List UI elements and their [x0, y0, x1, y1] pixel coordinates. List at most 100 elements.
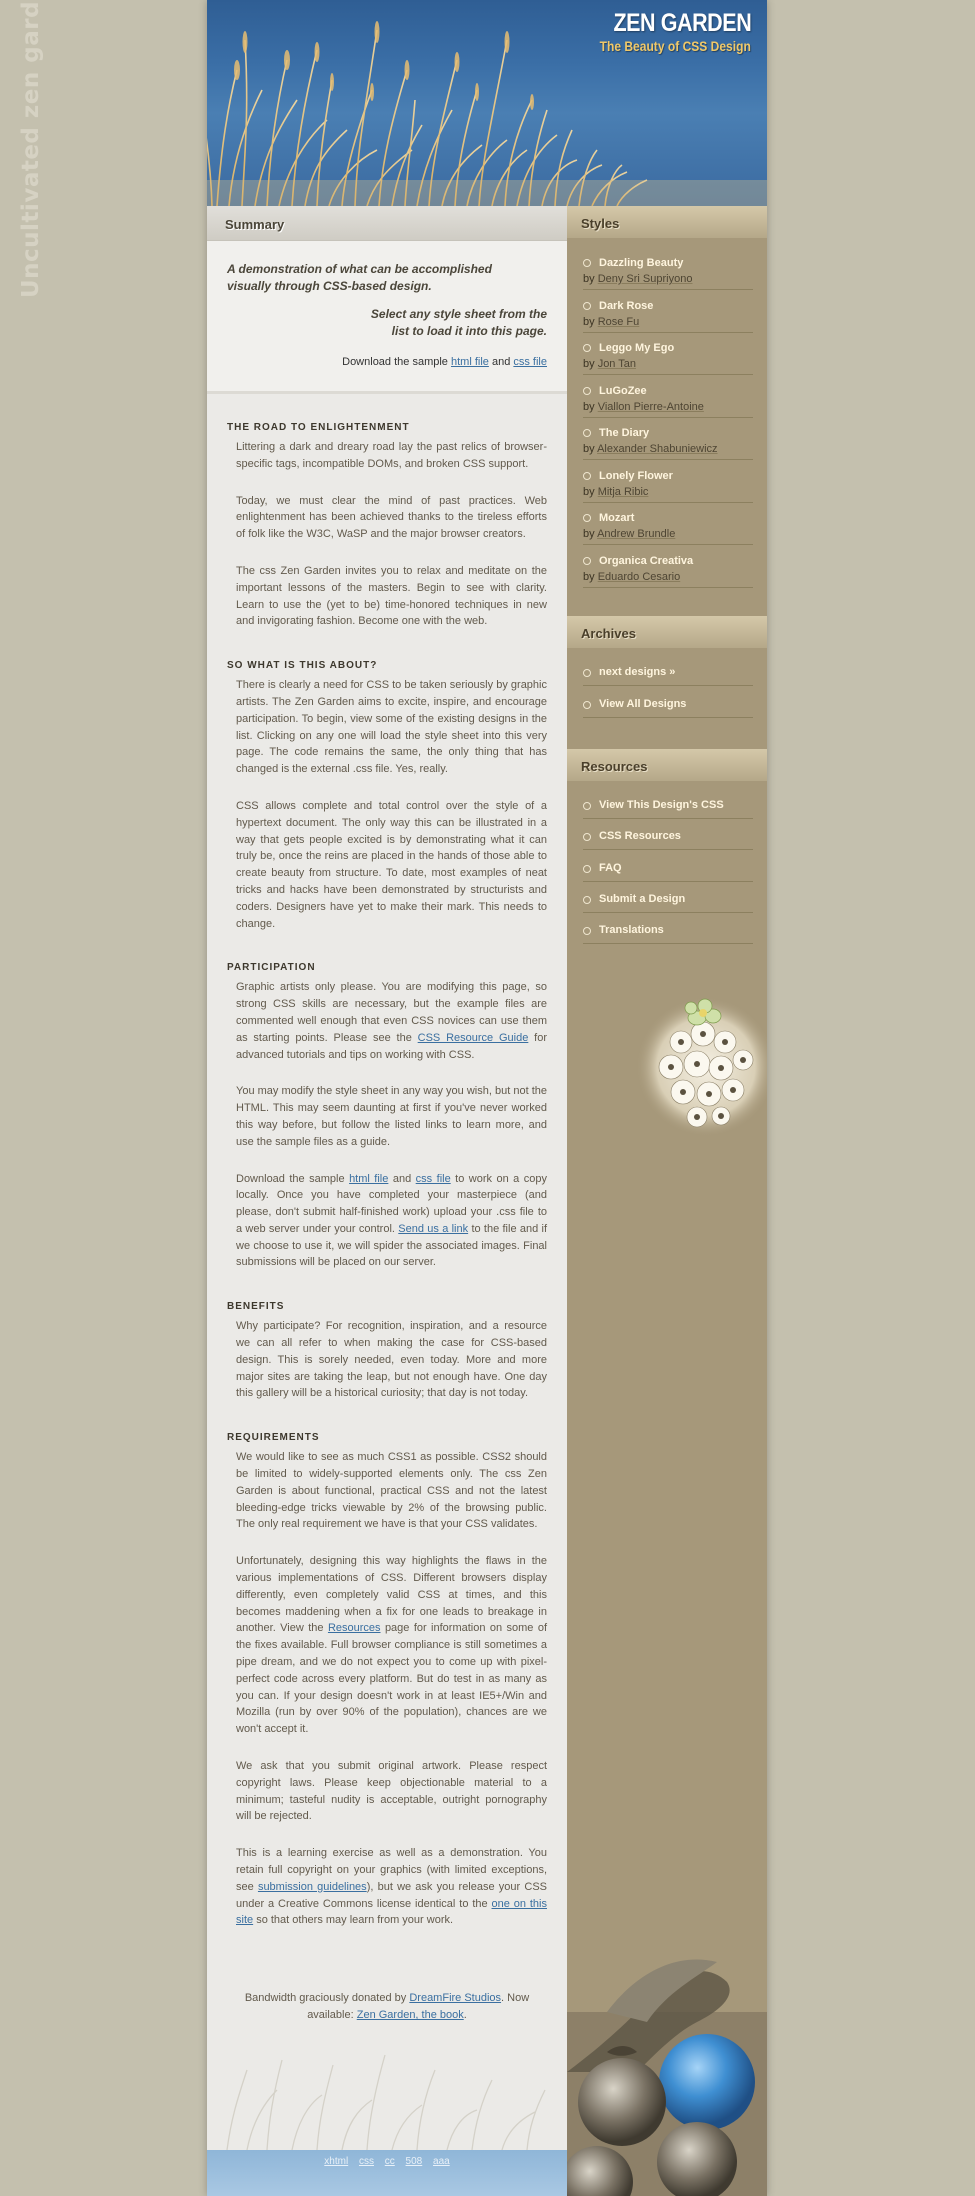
- summary-box: A demonstration of what can be accomplis…: [207, 241, 567, 394]
- style-name-link: LuGoZee: [599, 385, 647, 397]
- resource-item-translations[interactable]: Translations: [583, 921, 753, 944]
- paragraph: Littering a dark and dreary road lay the…: [236, 441, 547, 470]
- resources-link[interactable]: Resources: [328, 1622, 381, 1634]
- grass-footer-image: [226, 2054, 546, 2150]
- style-item: Mozart by Andrew Brundle: [583, 511, 753, 545]
- bullet-icon: [583, 557, 591, 565]
- style-name-link: Lonely Flower: [599, 470, 673, 482]
- section-title: BENEFITS: [227, 1301, 285, 1313]
- archives-heading: Archives: [567, 616, 767, 648]
- main-content: Summary A demonstration of what can be a…: [207, 206, 567, 2196]
- bullet-icon: [583, 387, 591, 395]
- section-requirements: REQUIREMENTS We would like to see as muc…: [227, 1432, 547, 1929]
- style-item: Leggo My Ego by Jon Tan: [583, 341, 753, 375]
- section-title: SO WHAT IS THIS ABOUT?: [227, 660, 378, 672]
- styles-heading: Styles: [567, 206, 767, 238]
- host-link[interactable]: DreamFire Studios: [409, 1992, 501, 2004]
- style-name-link: Mozart: [599, 512, 635, 524]
- style-item: Organica Creativa by Eduardo Cesario: [583, 554, 753, 588]
- paragraph: This is a learning exercise as well as a…: [236, 1847, 547, 1927]
- style-name-link: Dark Rose: [599, 300, 654, 312]
- html-file-link[interactable]: html file: [451, 356, 489, 368]
- resource-item-submit[interactable]: Submit a Design: [583, 890, 753, 913]
- footer-link[interactable]: css: [359, 2156, 374, 2167]
- tomato-image: [567, 1959, 767, 2196]
- paragraph: Why participate? For recognition, inspir…: [236, 1320, 547, 1400]
- bullet-icon: [583, 302, 591, 310]
- style-item: The Diary by Alexander Shabuniewicz: [583, 426, 753, 460]
- section-benefits: BENEFITS Why participate? For recognitio…: [227, 1301, 547, 1402]
- paragraph: Graphic artists only please. You are mod…: [236, 981, 548, 1061]
- header-banner: ZEN GARDEN The Beauty of CSS Design: [207, 0, 767, 206]
- resource-item-css[interactable]: View This Design's CSS: [583, 796, 753, 819]
- style-item: LuGoZee by Viallon Pierre-Antoine: [583, 384, 753, 418]
- html-file-link[interactable]: html file: [349, 1173, 388, 1185]
- footer-link[interactable]: aaa: [433, 2156, 450, 2167]
- style-name-link: Organica Creativa: [599, 555, 694, 567]
- footer-link[interactable]: cc: [385, 2156, 395, 2167]
- paragraph: CSS allows complete and total control ov…: [236, 799, 547, 930]
- footer-link[interactable]: xhtml: [324, 2156, 348, 2167]
- paragraph: Unfortunately, designing this way highli…: [236, 1555, 548, 1736]
- bullet-icon: [583, 896, 591, 904]
- section-title: REQUIREMENTS: [227, 1432, 320, 1444]
- resource-item-faq[interactable]: FAQ: [583, 859, 753, 882]
- archive-item-next[interactable]: next designs »: [583, 663, 753, 686]
- site-title: ZEN GARDEN: [613, 9, 751, 37]
- watermark-text: Uncultivated zen garden: [18, 0, 44, 298]
- article: THE ROAD TO ENLIGHTENMENT Littering a da…: [207, 394, 567, 1929]
- style-item: Lonely Flower by Mitja Ribic: [583, 469, 753, 503]
- bullet-icon: [583, 927, 591, 935]
- paragraph: Today, we must clear the mind of past pr…: [236, 494, 547, 541]
- style-name-link: Dazzling Beauty: [599, 257, 684, 269]
- submission-guidelines-link[interactable]: submission guidelines: [258, 1881, 367, 1893]
- flower-image: [636, 997, 767, 1137]
- bullet-icon: [583, 865, 591, 873]
- bullet-icon: [583, 259, 591, 267]
- paragraph: You may modify the style sheet in any wa…: [236, 1085, 547, 1148]
- author-link[interactable]: Mitja Ribic: [598, 486, 649, 498]
- author-link[interactable]: Eduardo Cesario: [598, 571, 681, 583]
- author-link[interactable]: Alexander Shabuniewicz: [597, 443, 717, 455]
- section-title: THE ROAD TO ENLIGHTENMENT: [227, 422, 410, 433]
- bullet-icon: [583, 669, 591, 677]
- css-file-link[interactable]: css file: [513, 356, 547, 368]
- paragraph: Download the sample html file and css fi…: [236, 1172, 548, 1269]
- author-link[interactable]: Rose Fu: [598, 316, 640, 328]
- paragraph: There is clearly a need for CSS to be ta…: [236, 679, 547, 776]
- bullet-icon: [583, 514, 591, 522]
- bullet-icon: [583, 344, 591, 352]
- summary-heading: Summary: [207, 206, 567, 241]
- bullet-icon: [583, 802, 591, 810]
- resources-heading: Resources: [567, 749, 767, 781]
- author-link[interactable]: Viallon Pierre-Antoine: [598, 401, 704, 413]
- style-item: Dark Rose by Rose Fu: [583, 299, 753, 333]
- author-link[interactable]: Andrew Brundle: [597, 528, 675, 540]
- summary-intro: A demonstration of what can be accomplis…: [227, 262, 492, 293]
- book-link[interactable]: Zen Garden, the book: [357, 2009, 464, 2021]
- bullet-icon: [583, 472, 591, 480]
- bullet-icon: [583, 429, 591, 437]
- page-container: ZEN GARDEN The Beauty of CSS Design Summ…: [207, 0, 767, 2196]
- section-about: SO WHAT IS THIS ABOUT? There is clearly …: [227, 660, 547, 932]
- bullet-icon: [583, 701, 591, 709]
- bullet-icon: [583, 833, 591, 841]
- paragraph: We would like to see as much CSS1 as pos…: [236, 1451, 547, 1531]
- footer-validation-bar: xhtml css cc 508 aaa: [207, 2150, 567, 2196]
- paragraph: We ask that you submit original artwork.…: [236, 1760, 547, 1823]
- site-tagline: The Beauty of CSS Design: [599, 38, 751, 54]
- archive-item-all[interactable]: View All Designs: [583, 695, 753, 718]
- style-name-link: Leggo My Ego: [599, 342, 675, 354]
- watermark: Uncultivated zen garden: [4, 0, 44, 300]
- footer-link[interactable]: 508: [406, 2156, 423, 2167]
- author-link[interactable]: Deny Sri Supriyono: [598, 273, 693, 285]
- sidebar: Styles Dazzling Beauty by Deny Sri Supri…: [567, 206, 767, 2196]
- style-name-link: The Diary: [599, 427, 650, 439]
- section-participation: PARTICIPATION Graphic artists only pleas…: [227, 962, 547, 1271]
- author-link[interactable]: Jon Tan: [598, 358, 636, 370]
- css-file-link[interactable]: css file: [416, 1173, 451, 1185]
- resource-item-css-resources[interactable]: CSS Resources: [583, 827, 753, 850]
- send-link-link[interactable]: Send us a link: [398, 1223, 468, 1235]
- section-road: THE ROAD TO ENLIGHTENMENT Littering a da…: [227, 422, 547, 630]
- css-resource-guide-link[interactable]: CSS Resource Guide: [418, 1032, 529, 1044]
